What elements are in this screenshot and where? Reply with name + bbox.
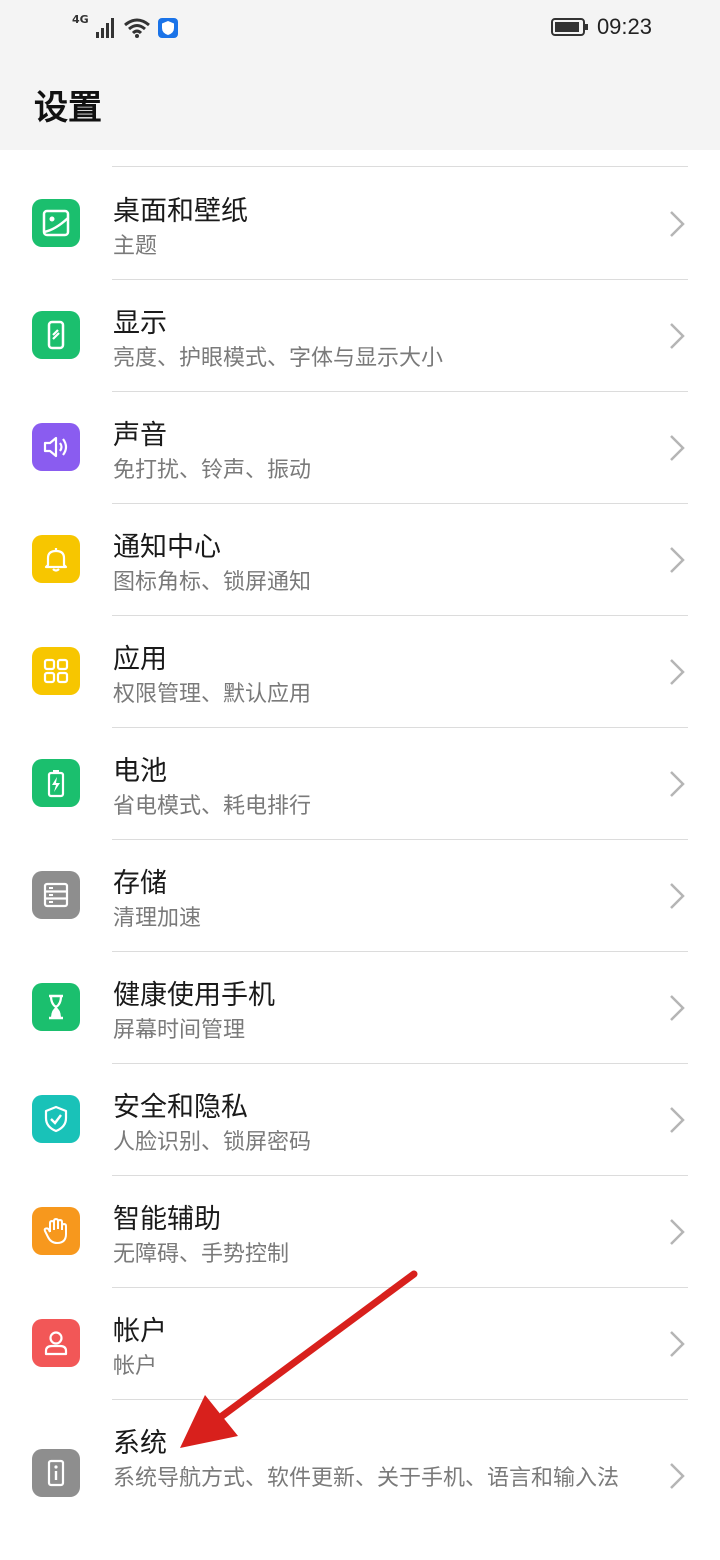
storage-icon <box>32 871 80 919</box>
item-title: 帐户 <box>113 1316 167 1347</box>
chevron-right-icon <box>670 1463 685 1489</box>
item-subtitle: 人脸识别、锁屏密码 <box>113 1130 312 1155</box>
item-subtitle: 亮度、护眼模式、字体与显示大小 <box>113 346 444 371</box>
status-bar: 4G 09:23 <box>0 0 720 56</box>
item-title: 智能辅助 <box>113 1204 221 1235</box>
chevron-right-icon <box>670 771 685 797</box>
settings-item-smart-assistance[interactable]: 智能辅助 无障碍、手势控制 <box>0 1175 720 1288</box>
item-subtitle: 省电模式、耗电排行 <box>113 794 312 819</box>
item-title: 电池 <box>113 756 167 787</box>
battery-status-icon <box>550 18 588 36</box>
settings-item-wallpaper[interactable]: 桌面和壁纸 主题 <box>0 167 720 280</box>
user-icon <box>32 1319 80 1367</box>
chevron-right-icon <box>670 1219 685 1245</box>
sound-icon <box>32 423 80 471</box>
status-right: 09:23 <box>550 14 652 40</box>
chevron-right-icon <box>670 211 685 237</box>
chevron-right-icon <box>670 659 685 685</box>
chevron-right-icon <box>670 323 685 349</box>
settings-item-accounts[interactable]: 帐户 帐户 <box>0 1287 720 1400</box>
network-type-label: 4G <box>72 13 89 26</box>
settings-item-display[interactable]: 显示 亮度、护眼模式、字体与显示大小 <box>0 279 720 392</box>
info-icon <box>32 1449 80 1497</box>
settings-item-digital-balance[interactable]: 健康使用手机 屏幕时间管理 <box>0 951 720 1064</box>
item-subtitle: 免打扰、铃声、振动 <box>113 458 312 483</box>
item-subtitle: 图标角标、锁屏通知 <box>113 570 312 595</box>
settings-item-sound[interactable]: 声音 免打扰、铃声、振动 <box>0 391 720 504</box>
chevron-right-icon <box>670 883 685 909</box>
item-title: 显示 <box>113 308 167 339</box>
chevron-right-icon <box>670 547 685 573</box>
status-left: 4G <box>72 14 179 39</box>
apps-icon <box>32 647 80 695</box>
item-title: 系统 <box>113 1428 167 1459</box>
settings-item-notifications[interactable]: 通知中心 图标角标、锁屏通知 <box>0 503 720 616</box>
item-title: 安全和隐私 <box>113 1092 248 1123</box>
settings-item-security-privacy[interactable]: 安全和隐私 人脸识别、锁屏密码 <box>0 1063 720 1176</box>
item-title: 健康使用手机 <box>113 980 275 1011</box>
chevron-right-icon <box>670 435 685 461</box>
shield-icon <box>32 1095 80 1143</box>
item-title: 声音 <box>113 420 167 451</box>
item-title: 存储 <box>113 868 167 899</box>
hand-icon <box>32 1207 80 1255</box>
settings-list: 桌面和壁纸 主题 显示 亮度、护眼模式、字体与显示大小 声音 免打扰、铃声、振动… <box>0 166 720 1539</box>
settings-item-storage[interactable]: 存储 清理加速 <box>0 839 720 952</box>
settings-item-system[interactable]: 系统 系统导航方式、软件更新、关于手机、语言和输入法 <box>0 1399 720 1539</box>
security-shield-icon <box>157 18 178 38</box>
page-title: 设置 <box>34 88 102 128</box>
hourglass-icon <box>32 983 80 1031</box>
top-bar: 4G 09:23 设置 <box>0 0 720 150</box>
item-title: 桌面和壁纸 <box>113 196 248 227</box>
settings-item-apps[interactable]: 应用 权限管理、默认应用 <box>0 615 720 728</box>
item-title: 通知中心 <box>113 532 221 563</box>
chevron-right-icon <box>670 995 685 1021</box>
settings-item-battery[interactable]: 电池 省电模式、耗电排行 <box>0 727 720 840</box>
item-title: 应用 <box>113 644 167 675</box>
bell-icon <box>32 535 80 583</box>
wifi-icon <box>123 18 150 38</box>
chevron-right-icon <box>670 1107 685 1133</box>
item-subtitle: 主题 <box>113 234 158 259</box>
wallpaper-icon <box>32 199 80 247</box>
signal-icon <box>95 18 114 38</box>
status-time: 09:23 <box>596 14 652 39</box>
battery-icon <box>32 759 80 807</box>
item-subtitle: 清理加速 <box>113 906 202 931</box>
chevron-right-icon <box>670 1331 685 1357</box>
item-subtitle: 权限管理、默认应用 <box>113 682 312 707</box>
item-subtitle: 帐户 <box>113 1354 158 1379</box>
item-subtitle: 屏幕时间管理 <box>113 1018 246 1043</box>
display-icon <box>32 311 80 359</box>
item-subtitle: 系统导航方式、软件更新、关于手机、语言和输入法 <box>113 1466 620 1491</box>
item-subtitle: 无障碍、手势控制 <box>113 1242 290 1267</box>
